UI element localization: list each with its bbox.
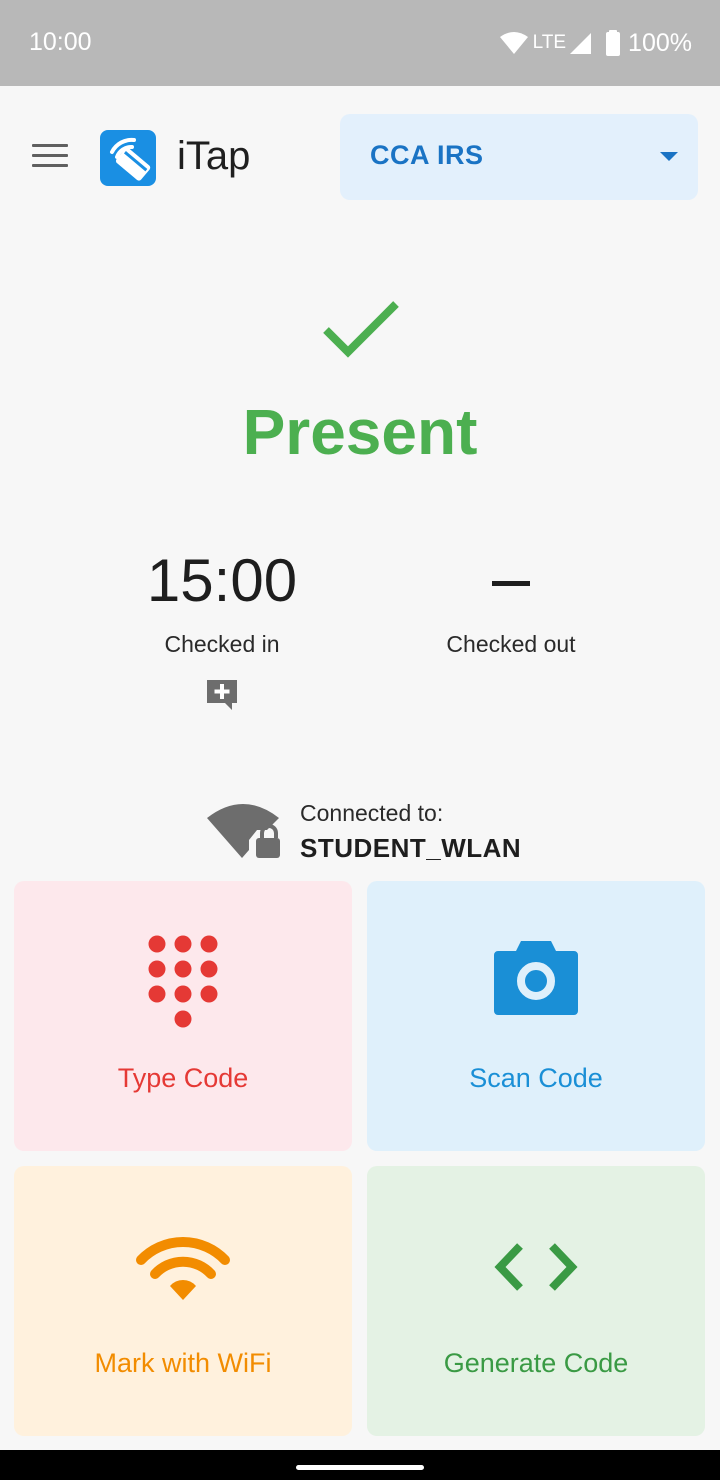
checked-out-label: Checked out bbox=[446, 631, 576, 657]
camera-icon bbox=[494, 941, 578, 1015]
course-selector-dropdown[interactable]: CCA IRS bbox=[340, 114, 698, 200]
hamburger-menu-icon[interactable] bbox=[30, 144, 70, 174]
keypad-icon bbox=[148, 935, 218, 1028]
checked-out-block: Checked out bbox=[381, 545, 641, 658]
checked-in-label: Checked in bbox=[164, 631, 280, 657]
checked-out-time bbox=[381, 545, 641, 617]
code-brackets-icon bbox=[494, 1243, 578, 1291]
wifi-lock-icon bbox=[207, 804, 280, 858]
scan-code-button[interactable]: Scan Code bbox=[367, 881, 705, 1151]
wifi-icon bbox=[136, 1237, 230, 1300]
connection-info: Connected to: STUDENT_WLAN bbox=[205, 800, 545, 864]
wifi-signal-icon bbox=[499, 32, 528, 54]
itap-logo-icon bbox=[100, 130, 156, 186]
scan-code-label: Scan Code bbox=[469, 1063, 603, 1093]
mark-with-wifi-button[interactable]: Mark with WiFi bbox=[14, 1166, 352, 1436]
generate-code-label: Generate Code bbox=[443, 1348, 629, 1378]
status-icons: LTE 100% bbox=[499, 28, 692, 58]
course-selector-value: CCA IRS bbox=[370, 140, 484, 170]
type-code-button[interactable]: Type Code bbox=[14, 881, 352, 1151]
add-comment-icon[interactable] bbox=[206, 679, 238, 711]
mark-with-wifi-label: Mark with WiFi bbox=[94, 1348, 272, 1378]
home-gesture-handle[interactable] bbox=[296, 1465, 424, 1470]
app-title: iTap bbox=[177, 134, 251, 178]
checked-in-block: 15:00 Checked in bbox=[92, 545, 352, 658]
checkmark-icon bbox=[323, 301, 399, 358]
empty-time-dash bbox=[492, 581, 530, 586]
type-code-label: Type Code bbox=[117, 1063, 249, 1093]
battery-icon bbox=[606, 30, 621, 56]
dropdown-arrow-icon bbox=[660, 152, 678, 161]
network-type: LTE bbox=[532, 32, 567, 53]
attendance-status: Present bbox=[242, 396, 478, 468]
system-nav-bar bbox=[0, 1450, 720, 1480]
status-time: 10:00 bbox=[29, 28, 92, 56]
app-bar: iTap CCA IRS bbox=[0, 86, 720, 226]
battery-percent: 100% bbox=[628, 28, 692, 57]
cell-signal-icon bbox=[570, 33, 592, 54]
status-bar: 10:00 LTE 100% bbox=[0, 0, 720, 86]
wifi-ssid: STUDENT_WLAN bbox=[300, 833, 522, 863]
connected-to-label: Connected to: bbox=[300, 800, 444, 826]
checked-in-time: 15:00 bbox=[146, 547, 298, 614]
generate-code-button[interactable]: Generate Code bbox=[367, 1166, 705, 1436]
